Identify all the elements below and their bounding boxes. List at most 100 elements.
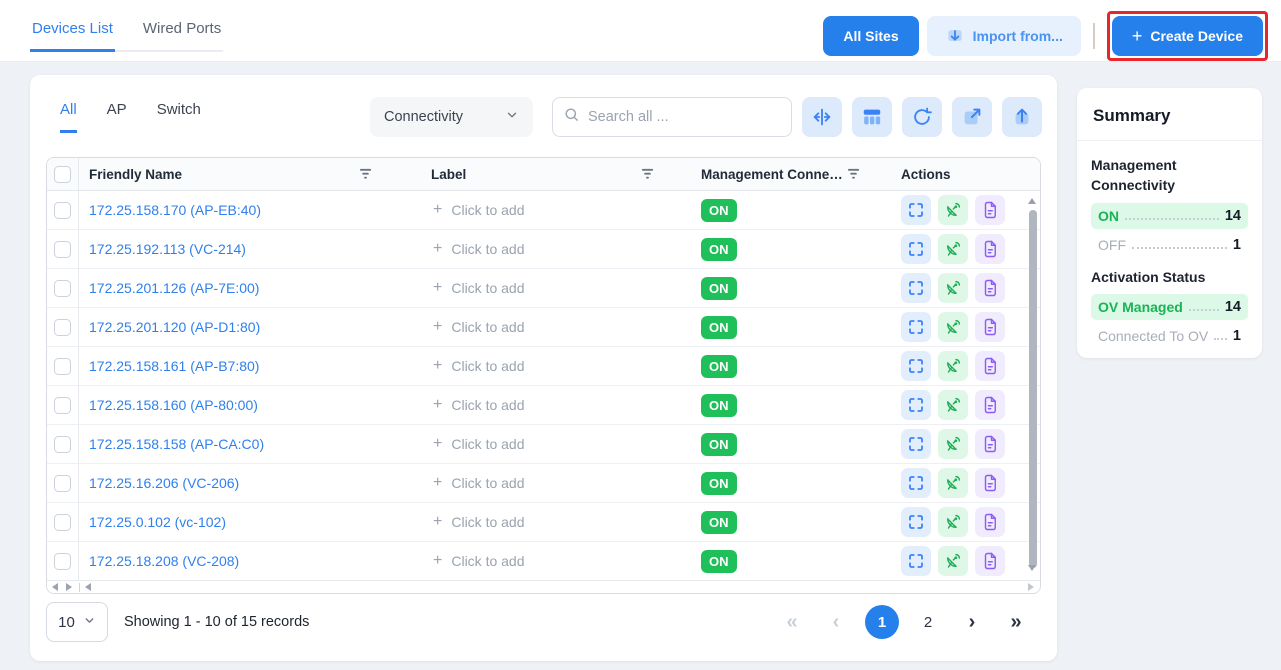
device-name-link[interactable]: 172.25.192.113 (VC-214) (79, 241, 421, 257)
satellite-icon[interactable] (938, 468, 968, 498)
expand-icon[interactable] (901, 273, 931, 303)
device-name-link[interactable]: 172.25.16.206 (VC-206) (79, 475, 421, 491)
device-name-link[interactable]: 172.25.201.120 (AP-D1:80) (79, 319, 421, 335)
device-name-link[interactable]: 172.25.201.126 (AP-7E:00) (79, 280, 421, 296)
label-click-to-add[interactable]: + Click to add (421, 201, 701, 219)
document-icon[interactable] (975, 312, 1005, 342)
expand-icon[interactable] (901, 312, 931, 342)
page-button-2[interactable]: 2 (913, 605, 943, 639)
label-click-to-add[interactable]: + Click to add (421, 240, 701, 258)
satellite-icon[interactable] (938, 390, 968, 420)
document-icon[interactable] (975, 468, 1005, 498)
scroll-right-icon[interactable] (1028, 583, 1034, 591)
select-all-checkbox[interactable] (54, 166, 71, 183)
label-click-to-add[interactable]: + Click to add (421, 474, 701, 492)
document-icon[interactable] (975, 351, 1005, 381)
scroll-left-icon[interactable] (52, 583, 58, 591)
scroll-up-icon[interactable] (1028, 198, 1036, 204)
document-icon[interactable] (975, 390, 1005, 420)
document-icon[interactable] (975, 234, 1005, 264)
header-checkbox-cell (47, 158, 79, 190)
row-checkbox[interactable] (54, 358, 71, 375)
label-click-to-add[interactable]: + Click to add (421, 513, 701, 531)
vertical-scrollbar[interactable] (1029, 210, 1037, 568)
tab-wired-ports[interactable]: Wired Ports (141, 14, 223, 52)
satellite-icon[interactable] (938, 195, 968, 225)
tab-all[interactable]: All (60, 101, 77, 133)
import-from-button[interactable]: Import from... (927, 16, 1081, 56)
satellite-icon[interactable] (938, 351, 968, 381)
search-input[interactable] (588, 109, 781, 125)
device-name-link[interactable]: 172.25.0.102 (vc-102) (79, 514, 421, 530)
row-checkbox[interactable] (54, 475, 71, 492)
connectivity-value: Connectivity (384, 109, 463, 125)
device-name-link[interactable]: 172.25.158.161 (AP-B7:80) (79, 358, 421, 374)
mgmt-connectivity-cell: ON (701, 355, 901, 378)
document-icon[interactable] (975, 195, 1005, 225)
last-page-button[interactable]: » (1001, 605, 1031, 639)
expand-icon[interactable] (901, 195, 931, 225)
device-name-link[interactable]: 172.25.158.160 (AP-80:00) (79, 397, 421, 413)
filter-icon[interactable] (640, 168, 655, 180)
prev-page-button[interactable]: ‹ (821, 605, 851, 639)
satellite-icon[interactable] (938, 312, 968, 342)
label-click-to-add[interactable]: + Click to add (421, 318, 701, 336)
expand-icon[interactable] (901, 507, 931, 537)
filter-icon[interactable] (358, 168, 373, 180)
mgmt-connectivity-cell: ON (701, 511, 901, 534)
tab-switch[interactable]: Switch (157, 101, 201, 133)
all-sites-button[interactable]: All Sites (823, 16, 918, 56)
row-checkbox[interactable] (54, 397, 71, 414)
satellite-icon[interactable] (938, 234, 968, 264)
device-name-link[interactable]: 172.25.158.158 (AP-CA:C0) (79, 436, 421, 452)
tab-devices-list[interactable]: Devices List (30, 14, 115, 52)
row-checkbox[interactable] (54, 202, 71, 219)
document-icon[interactable] (975, 546, 1005, 576)
create-device-button[interactable]: + Create Device (1112, 16, 1263, 56)
row-checkbox[interactable] (54, 514, 71, 531)
fit-columns-icon[interactable] (802, 97, 842, 137)
tab-ap[interactable]: AP (107, 101, 127, 133)
label-click-to-add[interactable]: + Click to add (421, 279, 701, 297)
columns-icon[interactable] (852, 97, 892, 137)
device-name-link[interactable]: 172.25.158.170 (AP-EB:40) (79, 202, 421, 218)
expand-icon[interactable] (901, 546, 931, 576)
export-icon[interactable] (1002, 97, 1042, 137)
expand-icon[interactable] (901, 468, 931, 498)
scroll-left-icon[interactable] (85, 583, 91, 591)
expand-icon[interactable] (901, 234, 931, 264)
filter-icon[interactable] (846, 168, 861, 180)
row-checkbox[interactable] (54, 241, 71, 258)
row-checkbox[interactable] (54, 553, 71, 570)
page-size-select[interactable]: 10 (46, 602, 108, 642)
document-icon[interactable] (975, 429, 1005, 459)
row-checkbox[interactable] (54, 280, 71, 297)
document-icon[interactable] (975, 507, 1005, 537)
horizontal-scrollbar[interactable] (47, 580, 1040, 593)
row-checkbox[interactable] (54, 436, 71, 453)
device-name-link[interactable]: 172.25.18.208 (VC-208) (79, 553, 421, 569)
satellite-icon[interactable] (938, 507, 968, 537)
scroll-right-icon[interactable] (66, 583, 72, 591)
satellite-icon[interactable] (938, 273, 968, 303)
label-click-to-add[interactable]: + Click to add (421, 435, 701, 453)
status-badge: ON (701, 277, 737, 300)
expand-icon[interactable] (901, 429, 931, 459)
next-page-button[interactable]: › (957, 605, 987, 639)
satellite-icon[interactable] (938, 429, 968, 459)
connectivity-select[interactable]: Connectivity (370, 97, 533, 137)
row-checkbox[interactable] (54, 319, 71, 336)
document-icon[interactable] (975, 273, 1005, 303)
page-button-1[interactable]: 1 (865, 605, 899, 639)
expand-icon[interactable] (901, 390, 931, 420)
refresh-icon[interactable] (902, 97, 942, 137)
label-click-to-add[interactable]: + Click to add (421, 552, 701, 570)
open-external-icon[interactable] (952, 97, 992, 137)
first-page-button[interactable]: « (777, 605, 807, 639)
label-click-to-add[interactable]: + Click to add (421, 396, 701, 414)
mgmt-connectivity-cell: ON (701, 238, 901, 261)
satellite-icon[interactable] (938, 546, 968, 576)
scroll-down-icon[interactable] (1028, 565, 1036, 571)
label-click-to-add[interactable]: + Click to add (421, 357, 701, 375)
expand-icon[interactable] (901, 351, 931, 381)
